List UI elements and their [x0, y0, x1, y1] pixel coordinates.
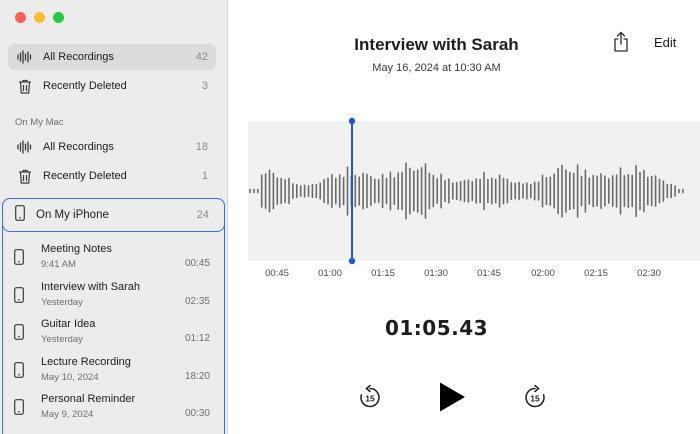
skip-back-15-icon: 15	[357, 384, 383, 414]
edit-button[interactable]: Edit	[654, 35, 676, 50]
svg-text:15: 15	[530, 394, 540, 404]
section-title-on-my-mac: On My Mac	[15, 117, 64, 128]
skip-forward-button[interactable]: 15	[522, 384, 548, 410]
sidebar-item-label: Recently Deleted	[43, 80, 127, 92]
iphone-icon	[14, 287, 24, 308]
iphone-icon	[14, 399, 24, 420]
recording-date-heading: May 16, 2024 at 10:30 AM	[372, 62, 501, 74]
timeline-tick: 02:30	[637, 268, 661, 279]
recording-date: 9:41 AM	[41, 259, 76, 270]
list-item[interactable]: Lecture Recording May 10, 2024 18:20	[14, 354, 210, 390]
trash-icon	[16, 167, 34, 185]
sidebar-item-label: On My iPhone	[36, 209, 109, 221]
iphone-icon	[14, 249, 24, 270]
waveform-icon	[16, 138, 34, 156]
share-button[interactable]	[612, 31, 630, 53]
skip-back-button[interactable]: 15	[357, 384, 383, 410]
recording-title: Personal Reminder	[41, 393, 136, 405]
recording-duration: 00:30	[184, 408, 210, 419]
recording-detail: Interview with Sarah May 16, 2024 at 10:…	[229, 0, 700, 434]
sidebar-item-label: All Recordings	[43, 141, 114, 153]
recording-date: May 9, 2024	[41, 409, 94, 420]
recording-title: Guitar Idea	[41, 318, 96, 330]
sidebar-item-label: All Recordings	[43, 51, 114, 63]
list-item[interactable]: Meeting Notes 9:41 AM 00:45	[14, 241, 210, 277]
sidebar-item-label: Recently Deleted	[43, 170, 127, 182]
timeline-tick: 02:15	[584, 268, 608, 279]
sidebar: All Recordings 42 Recently Deleted 3 On …	[0, 0, 228, 434]
sidebar-item-recently-deleted[interactable]: Recently Deleted 3	[8, 73, 216, 99]
sidebar-item-on-my-iphone[interactable]: On My iPhone 24	[2, 198, 225, 232]
recording-title: Interview with Sarah	[41, 281, 141, 293]
timeline-tick: 01:45	[477, 268, 501, 279]
sidebar-item-count: 42	[195, 51, 208, 63]
recording-title: Meeting Notes	[41, 243, 112, 255]
recording-title-heading: Interview with Sarah	[354, 35, 519, 54]
playback-timer: 01:05.43	[384, 316, 489, 340]
recording-date: May 10, 2024	[41, 372, 99, 383]
recording-date: Yesterday	[41, 334, 83, 345]
close-window-button[interactable]	[15, 12, 26, 23]
sidebar-item-count: 18	[195, 141, 208, 153]
recording-date: Yesterday	[41, 297, 83, 308]
timeline-tick: 01:00	[318, 268, 342, 279]
recording-duration: 01:12	[184, 333, 210, 344]
playhead-handle-bottom[interactable]	[348, 257, 356, 265]
iphone-icon	[14, 324, 24, 345]
window-controls	[15, 12, 64, 23]
sidebar-item-all-recordings[interactable]: All Recordings 42	[8, 44, 216, 70]
recording-duration: 00:45	[184, 258, 210, 269]
recording-duration: 18:20	[184, 371, 210, 382]
waveform-icon	[16, 48, 34, 66]
list-item[interactable]: Guitar Idea Yesterday 01:12	[14, 316, 210, 352]
iphone-icon	[14, 362, 24, 383]
timeline-axis: 00:45 01:00 01:15 01:30 01:45 02:00 02:1…	[229, 268, 700, 284]
share-icon	[612, 31, 630, 57]
zoom-window-button[interactable]	[53, 12, 64, 23]
waveform-graphic	[249, 117, 684, 265]
skip-forward-15-icon: 15	[522, 384, 548, 414]
list-item[interactable]: Interview with Sarah Yesterday 02:35	[14, 279, 210, 315]
sidebar-item-count: 3	[201, 80, 208, 92]
iphone-icon	[15, 204, 25, 226]
recording-title: Lecture Recording	[41, 356, 131, 368]
waveform[interactable]	[248, 117, 700, 265]
timeline-tick: 00:45	[265, 268, 289, 279]
minimize-window-button[interactable]	[34, 12, 45, 23]
sidebar-item-count: 24	[196, 209, 209, 221]
sidebar-item-count: 1	[201, 170, 208, 182]
play-icon	[437, 382, 467, 417]
trash-icon	[16, 77, 34, 95]
recording-duration: 02:35	[184, 296, 210, 307]
play-button[interactable]	[437, 381, 467, 413]
timeline-tick: 02:00	[531, 268, 555, 279]
timeline-tick: 01:15	[371, 268, 395, 279]
playhead-handle-top[interactable]	[348, 117, 356, 125]
svg-text:15: 15	[365, 394, 375, 404]
sidebar-item-mac-all-recordings[interactable]: All Recordings 18	[8, 134, 216, 160]
list-item[interactable]: Personal Reminder May 9, 2024 00:30	[14, 391, 210, 427]
sidebar-item-mac-recently-deleted[interactable]: Recently Deleted 1	[8, 163, 216, 189]
timeline-tick: 01:30	[424, 268, 448, 279]
